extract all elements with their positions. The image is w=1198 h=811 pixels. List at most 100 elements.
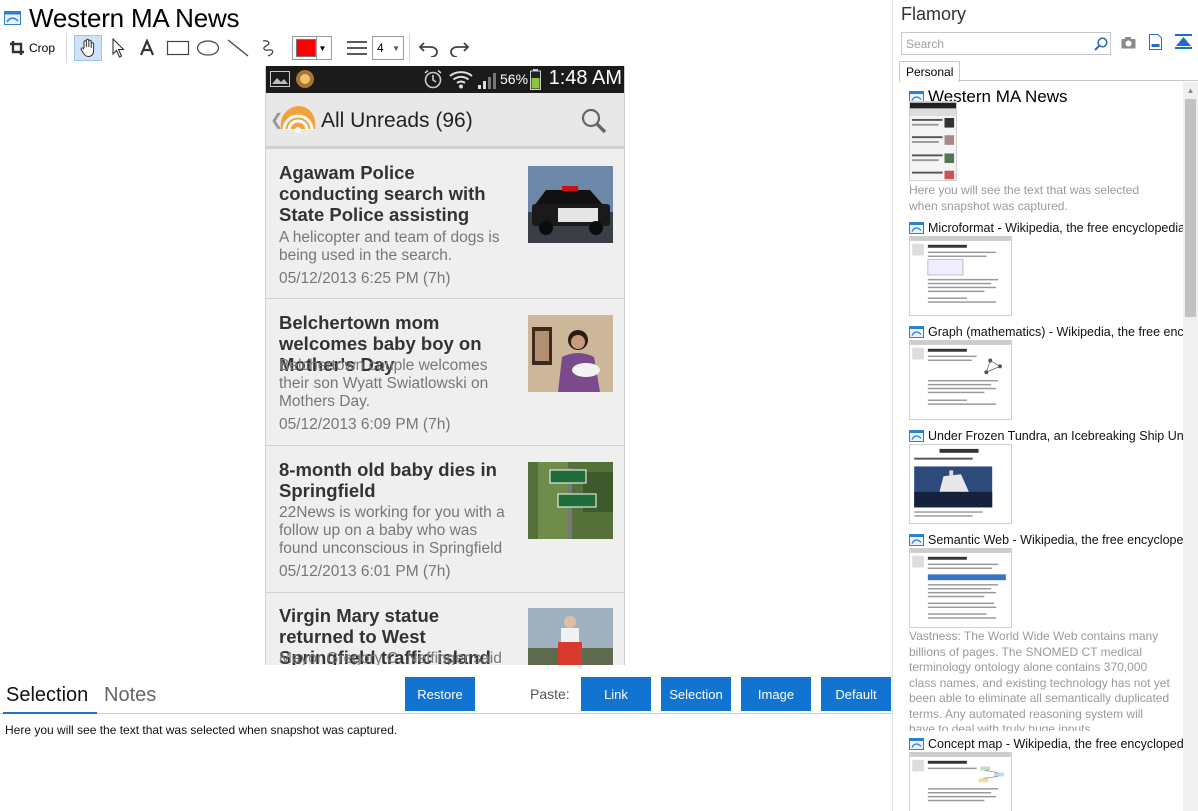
line-width-value: 4 (377, 41, 384, 55)
snapshot-thumbnail[interactable] (909, 340, 1012, 420)
snapshot-text: Vastness: The World Wide Web contains ma… (909, 629, 1170, 731)
page-title: Western MA News (29, 2, 240, 33)
app-notification-icon (296, 70, 314, 88)
redo-icon (450, 42, 470, 57)
snapshot-title: Under Frozen Tundra, an Icebreaking Ship… (928, 429, 1183, 443)
news-headline: Agawam Police conducting search with Sta… (279, 162, 486, 225)
panel-scrollbar[interactable]: ▲ (1183, 82, 1198, 811)
snapshot-title: Concept map - Wikipedia, the free encycl… (928, 737, 1183, 751)
news-item[interactable]: Belchertown mom welcomes baby boy on Mot… (266, 299, 624, 446)
crop-button[interactable]: Crop (6, 35, 58, 61)
arrow-pointer-icon (112, 38, 125, 58)
color-swatch (295, 39, 316, 57)
snapshot-item[interactable]: Under Frozen Tundra, an Icebreaking Ship… (909, 429, 1183, 443)
snapshot-title: Microformat - Wikipedia, the free encycl… (928, 221, 1183, 235)
text-tool-button[interactable] (135, 35, 159, 61)
search-icon[interactable] (1094, 37, 1108, 51)
snapshot-icon (909, 326, 924, 338)
news-item[interactable]: 8-month old baby dies in Springfield 22N… (266, 446, 624, 593)
snapshot-title: Semantic Web - Wikipedia, the free encyc… (928, 533, 1183, 547)
snapshot-image: 56% 1:48 AM ❮ All Unreads (96) Agawam Po… (265, 66, 625, 665)
flamory-panel: Flamory Personal Western MA News (896, 0, 1198, 811)
chevron-down-icon: ▼ (392, 43, 400, 53)
mother-baby-thumbnail (528, 315, 613, 392)
line-width-select[interactable]: 4 ▼ (372, 36, 404, 60)
snapshot-thumbnail[interactable] (909, 236, 1012, 316)
signal-icon (478, 73, 496, 89)
news-summary: Belchertown couple welcomes their son Wy… (279, 357, 489, 410)
news-summary: 22News is working for you with a follow … (279, 504, 505, 557)
search-icon[interactable] (580, 107, 608, 135)
snapshot-editor: Western MA News Crop ▼ 4 ▼ 56% 1:48 AM ❮… (0, 0, 893, 811)
undo-button[interactable] (416, 35, 442, 61)
search-input[interactable] (904, 35, 1089, 52)
line-icon (227, 39, 249, 57)
scroll-up-icon[interactable]: ▲ (1183, 82, 1198, 98)
snapshot-thumbnail[interactable] (909, 548, 1012, 628)
snapshot-list: Western MA News Here you will see the te… (896, 82, 1183, 811)
news-date: 05/12/2013 6:01 PM (7h) (279, 563, 451, 580)
news-date: 05/12/2013 6:09 PM (7h) (279, 416, 451, 433)
snapshot-thumbnail[interactable] (909, 444, 1012, 524)
pan-tool-button[interactable] (74, 35, 102, 61)
news-item[interactable]: Agawam Police conducting search with Sta… (266, 152, 624, 299)
feed-title: All Unreads (96) (321, 109, 473, 132)
color-picker[interactable]: ▼ (292, 36, 332, 60)
battery-icon (530, 69, 541, 90)
paste-link-button[interactable]: Link (581, 677, 651, 711)
redo-button[interactable] (446, 35, 472, 61)
selection-text[interactable]: Here you will see the text that was sele… (5, 723, 397, 737)
paste-selection-button[interactable]: Selection (661, 677, 731, 711)
document-icon[interactable] (1149, 34, 1162, 50)
paste-default-button[interactable]: Default (821, 677, 891, 711)
line-tool-button[interactable] (224, 35, 252, 61)
chevron-down-icon: ▼ (315, 37, 329, 59)
snapshot-thumbnail[interactable] (909, 101, 957, 181)
ellipse-tool-button[interactable] (194, 35, 222, 61)
crop-label: Crop (28, 41, 55, 55)
tab-personal[interactable]: Personal (899, 61, 961, 82)
toolbar-divider (409, 33, 410, 63)
alarm-icon (424, 69, 442, 89)
paste-image-button[interactable]: Image (741, 677, 811, 711)
snapshot-thumbnail[interactable] (909, 752, 1012, 811)
line-width-button[interactable] (344, 35, 370, 61)
tab-selection[interactable]: Selection (6, 684, 88, 707)
police-car-thumbnail (528, 166, 613, 243)
snapshot-icon (909, 534, 924, 546)
gallery-icon (270, 71, 290, 87)
wifi-icon (449, 71, 473, 89)
crop-icon (9, 41, 24, 55)
snapshot-text: Here you will see the text that was sele… (909, 183, 1140, 213)
snapshot-icon (4, 11, 21, 25)
panel-title: Flamory (901, 4, 967, 24)
snapshot-item[interactable]: Concept map - Wikipedia, the free encycl… (909, 737, 1183, 751)
snapshot-item[interactable]: Graph (mathematics) - Wikipedia, the fre… (909, 325, 1183, 339)
news-item[interactable]: Virgin Mary statue returned to West Spri… (266, 593, 624, 665)
news-summary: A helicopter and team of dogs is being u… (279, 229, 500, 264)
snapshot-item[interactable]: Semantic Web - Wikipedia, the free encyc… (909, 533, 1183, 547)
snapshot-item[interactable]: Microformat - Wikipedia, the free encycl… (909, 221, 1183, 235)
tab-notes[interactable]: Notes (104, 684, 156, 707)
app-header: ❮ All Unreads (96) (266, 93, 624, 149)
snapshot-icon (909, 222, 924, 234)
street-sign-thumbnail (528, 462, 613, 539)
rectangle-tool-button[interactable] (164, 35, 192, 61)
scrollbar-thumb[interactable] (1185, 99, 1196, 317)
snapshot-icon (909, 738, 924, 750)
select-tool-button[interactable] (107, 35, 129, 61)
camera-icon[interactable] (1121, 36, 1136, 49)
paste-label: Paste: (530, 686, 570, 702)
search-box[interactable] (901, 32, 1111, 55)
undo-icon (418, 42, 438, 57)
toolbar-divider (66, 33, 67, 63)
ellipse-icon (196, 40, 220, 56)
freehand-tool-button[interactable] (256, 35, 280, 61)
news-headline: 8-month old baby dies in Springfield (279, 459, 497, 501)
freehand-icon (262, 40, 274, 57)
active-tab-indicator (3, 712, 97, 714)
statue-thumbnail (528, 608, 613, 665)
restore-button[interactable]: Restore (405, 677, 475, 711)
collapse-panel-icon[interactable] (1175, 34, 1192, 50)
snapshot-icon (909, 430, 924, 442)
